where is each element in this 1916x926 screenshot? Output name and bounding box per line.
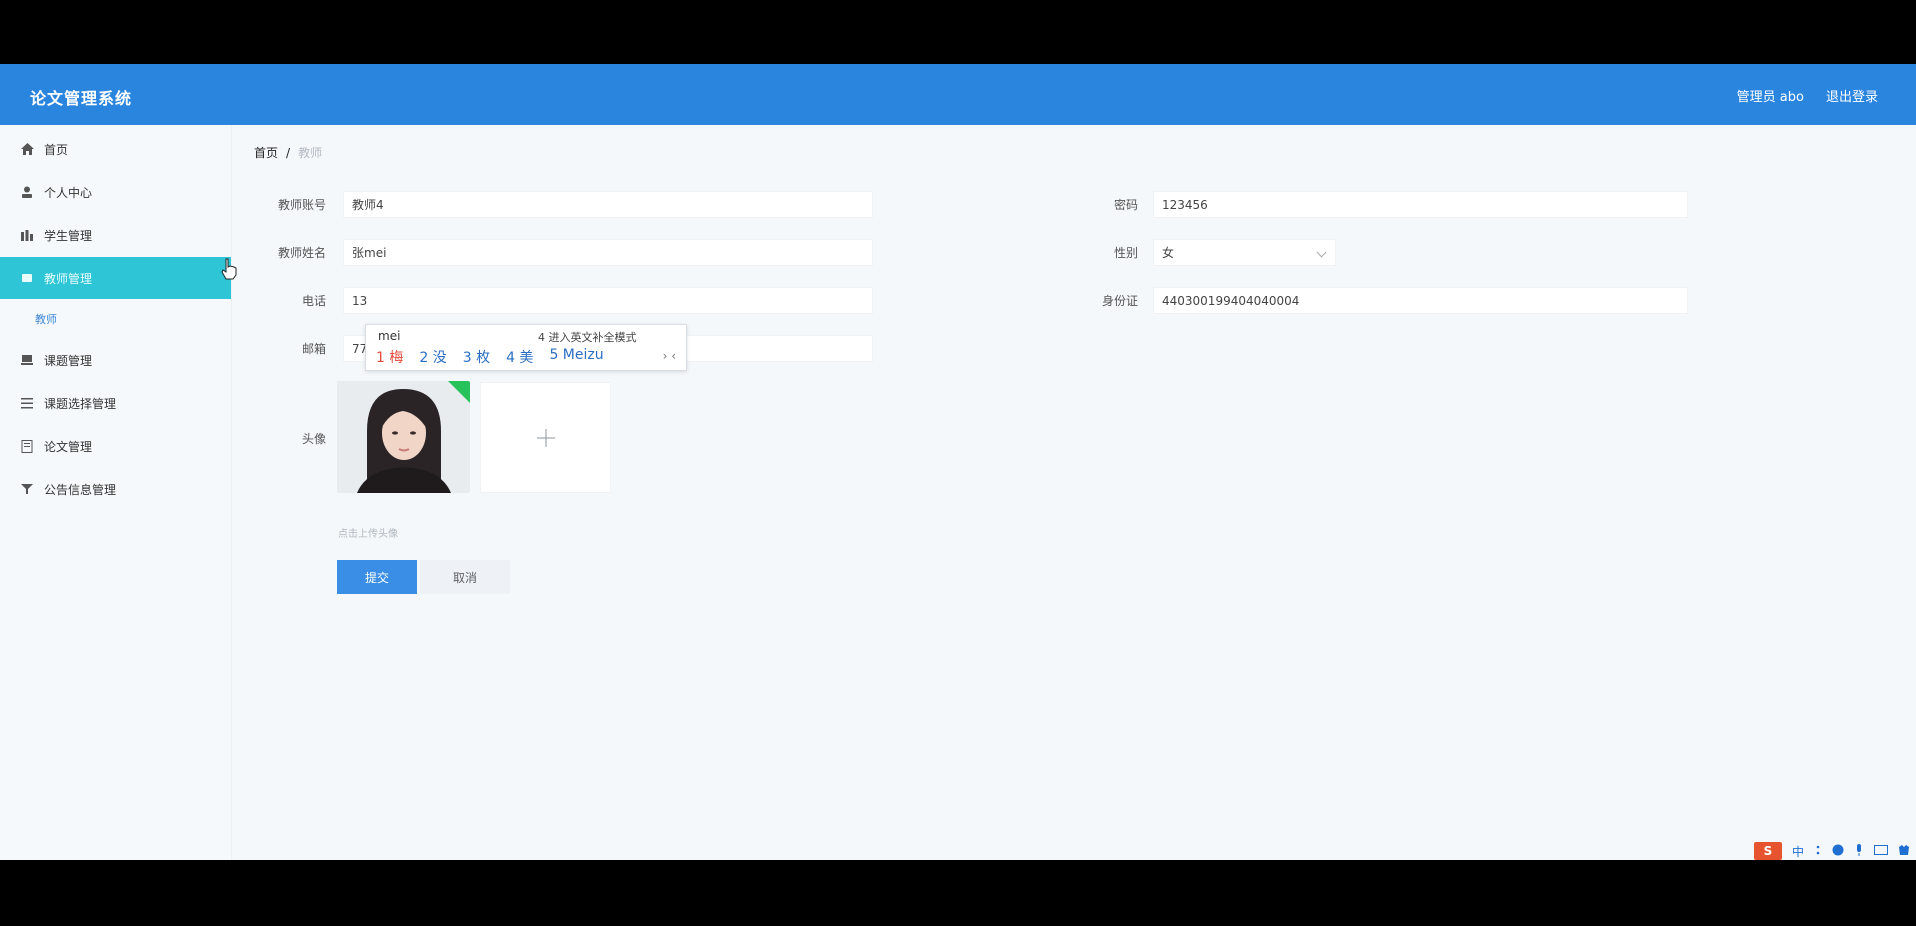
sidebar-item-papers[interactable]: 论文管理: [0, 425, 231, 467]
ime-candidate[interactable]: 3 枚: [463, 347, 490, 367]
cancel-button[interactable]: 取消: [420, 560, 510, 594]
avatar-image[interactable]: [337, 381, 470, 493]
password-input[interactable]: 123456: [1153, 191, 1688, 218]
ime-lang-indicator[interactable]: 中: [1792, 843, 1804, 860]
punctuation-icon[interactable]: [1814, 844, 1822, 858]
idcard-label: 身份证: [1101, 294, 1138, 308]
sidebar-item-label: 公告信息管理: [44, 482, 117, 497]
sidebar-item-students[interactable]: 学生管理: [0, 214, 231, 256]
phone-label: 电话: [301, 294, 326, 308]
emoji-icon[interactable]: [1832, 844, 1844, 859]
submit-button[interactable]: 提交: [337, 560, 417, 594]
ime-candidate[interactable]: 2 没: [419, 347, 446, 367]
breadcrumb-separator: /: [286, 145, 291, 160]
gender-select[interactable]: 女: [1153, 239, 1336, 266]
chevron-down-icon: [1316, 247, 1327, 258]
avatar-label: 头像: [301, 432, 326, 446]
check-icon: [448, 381, 470, 403]
breadcrumb-home[interactable]: 首页: [254, 144, 278, 161]
sidebar-item-label: 教师管理: [44, 271, 93, 286]
logout-link[interactable]: 退出登录: [1826, 86, 1878, 105]
sidebar-item-topic-selection[interactable]: 课题选择管理: [0, 382, 231, 424]
chart-icon: [20, 228, 34, 242]
user-icon: [20, 185, 34, 199]
teacher-icon: [20, 271, 34, 285]
top-header: 论文管理系统 管理员 abo 退出登录: [0, 64, 1916, 125]
sidebar-item-label: 个人中心: [44, 185, 93, 200]
document-icon: [20, 439, 34, 453]
sidebar-subitem-teacher[interactable]: 教师: [35, 311, 57, 327]
breadcrumb-current: 教师: [298, 146, 323, 160]
keyboard-icon[interactable]: [1874, 844, 1888, 859]
gender-label: 性别: [1113, 246, 1138, 260]
sidebar-item-home[interactable]: 首页: [0, 128, 231, 170]
sidebar-item-teachers[interactable]: 教师管理: [0, 257, 231, 299]
current-user: 管理员 abo: [1736, 90, 1804, 105]
breadcrumb: 首页 / 教师: [254, 144, 322, 161]
account-input[interactable]: 教师4: [343, 191, 873, 218]
ime-candidate[interactable]: 5 Meizu: [549, 347, 603, 367]
ime-hint: 4 进入英文补全模式: [538, 331, 637, 344]
list-icon: [20, 396, 34, 410]
skin-icon[interactable]: [1898, 844, 1910, 859]
ime-candidate-popup: mei 4 进入英文补全模式 1 梅 2 没 3 枚 4 美 5 Meizu ›…: [365, 324, 687, 371]
sidebar-item-topics[interactable]: 课题管理: [0, 339, 231, 381]
sidebar-item-profile[interactable]: 个人中心: [0, 171, 231, 213]
topic-icon: [20, 353, 34, 367]
notice-icon: [20, 482, 34, 496]
name-input[interactable]: 张mei: [343, 239, 873, 266]
home-icon: [20, 142, 34, 156]
gender-value: 女: [1162, 246, 1175, 260]
plus-icon: [536, 428, 555, 447]
app-window: 论文管理系统 管理员 abo 退出登录 首页 个人中心 学生管理 教师管理 教师…: [0, 64, 1916, 860]
password-label: 密码: [1113, 198, 1138, 212]
name-input-value: 张mei: [352, 246, 387, 260]
app-title: 论文管理系统: [30, 89, 133, 108]
hand-cursor-icon: [221, 258, 237, 280]
ime-candidate[interactable]: 1 梅: [376, 347, 403, 367]
upload-tip: 点击上传头像: [338, 529, 398, 540]
sogou-ime-icon[interactable]: S: [1753, 842, 1782, 860]
microphone-icon[interactable]: [1854, 843, 1864, 859]
sidebar: 首页 个人中心 学生管理 教师管理 教师 课题管理 课题选择管理 论文管理 公告…: [0, 125, 232, 860]
ime-composition: mei: [378, 329, 401, 343]
ime-page-nav[interactable]: › ‹: [663, 349, 676, 363]
ime-candidate[interactable]: 4 美: [506, 347, 533, 367]
header-actions: 管理员 abo 退出登录: [1737, 86, 1878, 105]
sidebar-item-label: 课题选择管理: [44, 396, 117, 411]
sidebar-item-label: 论文管理: [44, 439, 93, 454]
sidebar-item-label: 首页: [44, 142, 69, 157]
phone-input[interactable]: 13: [343, 287, 873, 314]
email-label: 邮箱: [301, 342, 326, 356]
sidebar-item-label: 学生管理: [44, 228, 93, 243]
idcard-input[interactable]: 440300199404040004: [1153, 287, 1688, 314]
name-label: 教师姓名: [277, 246, 326, 260]
sidebar-item-notices[interactable]: 公告信息管理: [0, 468, 231, 510]
ime-candidates: 1 梅 2 没 3 枚 4 美 5 Meizu: [376, 347, 604, 367]
avatar-upload-button[interactable]: [480, 382, 611, 493]
system-tray: S 中: [1753, 842, 1916, 860]
sidebar-item-label: 课题管理: [44, 353, 93, 368]
account-label: 教师账号: [277, 198, 326, 212]
